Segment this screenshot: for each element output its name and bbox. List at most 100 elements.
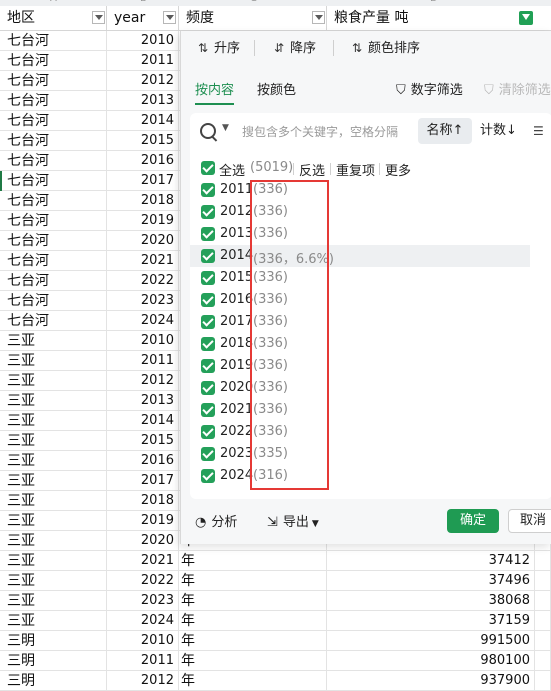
table-cell[interactable]: 2019 xyxy=(107,511,179,531)
table-cell[interactable]: 2016 xyxy=(107,451,179,471)
filter-dropdown-icon[interactable] xyxy=(312,11,325,24)
table-cell[interactable]: 2021 xyxy=(107,551,179,571)
table-cell[interactable]: 七台河 xyxy=(0,171,107,191)
col-letter-a[interactable]: A xyxy=(50,0,57,4)
col-letter-d[interactable]: D xyxy=(430,0,438,4)
table-cell[interactable]: 年 xyxy=(179,651,327,671)
table-cell[interactable]: 2021 xyxy=(107,251,179,271)
filter-value-item[interactable]: 2012 (336) xyxy=(190,201,530,223)
table-cell[interactable] xyxy=(535,611,551,631)
table-cell[interactable]: 37412 xyxy=(327,551,535,571)
table-cell[interactable] xyxy=(535,551,551,571)
table-cell[interactable]: 2017 xyxy=(107,171,179,191)
value-checkbox[interactable] xyxy=(201,271,215,285)
table-cell[interactable]: 三明 xyxy=(0,671,107,691)
table-cell[interactable]: 三亚 xyxy=(0,571,107,591)
filter-value-item[interactable]: 2011 (336) xyxy=(190,179,530,201)
table-cell[interactable]: 2012 xyxy=(107,371,179,391)
table-cell[interactable]: 2015 xyxy=(107,131,179,151)
table-cell[interactable]: 七台河 xyxy=(0,131,107,151)
table-cell[interactable]: 2024 xyxy=(107,311,179,331)
table-cell[interactable]: 2010 xyxy=(107,31,179,51)
table-cell[interactable]: 七台河 xyxy=(0,31,107,51)
header-cell-grain-output[interactable]: 粮食产量 吨 xyxy=(327,6,551,30)
sort-by-name-button[interactable]: 名称↑ xyxy=(418,118,472,144)
select-all-label[interactable]: 全选 xyxy=(219,160,245,179)
export-button[interactable]: ⇲ 导出 ▼ xyxy=(267,511,319,530)
cancel-button[interactable]: 取消 xyxy=(508,509,551,533)
chevron-down-icon[interactable]: ▼ xyxy=(222,123,229,133)
filter-dropdown-icon[interactable] xyxy=(163,11,176,24)
table-cell[interactable]: 2012 xyxy=(107,671,179,691)
filter-value-item[interactable]: 2024 (316) xyxy=(190,465,530,487)
table-cell[interactable]: 年 xyxy=(179,571,327,591)
table-cell[interactable]: 2020 xyxy=(107,531,179,551)
table-cell[interactable]: 三亚 xyxy=(0,591,107,611)
table-cell[interactable]: 三明 xyxy=(0,631,107,651)
filter-value-item[interactable]: 2017 (336) xyxy=(190,311,530,333)
table-cell[interactable]: 年 xyxy=(179,671,327,691)
table-cell[interactable]: 七台河 xyxy=(0,291,107,311)
table-cell[interactable]: 七台河 xyxy=(0,311,107,331)
table-cell[interactable]: 七台河 xyxy=(0,151,107,171)
table-cell[interactable]: 七台河 xyxy=(0,191,107,211)
table-cell[interactable]: 三亚 xyxy=(0,551,107,571)
table-cell[interactable]: 2015 xyxy=(107,431,179,451)
value-checkbox[interactable] xyxy=(201,315,215,329)
filter-value-item[interactable]: 2023 (335) xyxy=(190,443,530,465)
sort-by-color-button[interactable]: ⇅ 颜色排序 xyxy=(349,37,420,59)
select-all-checkbox[interactable] xyxy=(201,161,215,175)
table-cell[interactable]: 2016 xyxy=(107,151,179,171)
table-cell[interactable] xyxy=(535,671,551,691)
table-cell[interactable]: 年 xyxy=(179,551,327,571)
table-cell[interactable]: 三亚 xyxy=(0,451,107,471)
filter-value-item[interactable]: 2016 (336) xyxy=(190,289,530,311)
filter-value-item[interactable]: 2013 (336) xyxy=(190,223,530,245)
table-cell[interactable]: 980100 xyxy=(327,651,535,671)
table-cell[interactable] xyxy=(535,591,551,611)
table-cell[interactable]: 三亚 xyxy=(0,331,107,351)
table-cell[interactable] xyxy=(535,631,551,651)
value-checkbox[interactable] xyxy=(201,293,215,307)
search-input[interactable] xyxy=(240,121,414,143)
filter-value-item[interactable]: 2022 (336) xyxy=(190,421,530,443)
table-cell[interactable]: 七台河 xyxy=(0,71,107,91)
table-cell[interactable]: 2011 xyxy=(107,651,179,671)
table-cell[interactable] xyxy=(535,571,551,591)
table-cell[interactable]: 三亚 xyxy=(0,531,107,551)
value-checkbox[interactable] xyxy=(201,183,215,197)
table-cell[interactable]: 937900 xyxy=(327,671,535,691)
table-cell[interactable]: 三亚 xyxy=(0,491,107,511)
table-cell[interactable]: 2012 xyxy=(107,71,179,91)
table-cell[interactable]: 37159 xyxy=(327,611,535,631)
value-checkbox[interactable] xyxy=(201,469,215,483)
table-cell[interactable]: 2022 xyxy=(107,571,179,591)
table-cell[interactable]: 七台河 xyxy=(0,231,107,251)
sort-ascending-button[interactable]: ⇅ 升序 xyxy=(195,37,240,59)
sort-descending-button[interactable]: ⇵ 降序 xyxy=(271,37,316,59)
table-cell[interactable]: 2011 xyxy=(107,51,179,71)
analyze-button[interactable]: ◔ 分析 xyxy=(195,511,237,530)
header-cell-region[interactable]: 地区 xyxy=(0,6,107,30)
table-cell[interactable]: 七台河 xyxy=(0,211,107,231)
filter-value-item[interactable]: 2018 (336) xyxy=(190,333,530,355)
table-cell[interactable]: 2014 xyxy=(107,111,179,131)
number-filter-button[interactable]: ⛉ 数字筛选 xyxy=(396,79,463,98)
ok-button[interactable]: 确定 xyxy=(447,509,499,533)
table-cell[interactable]: 2010 xyxy=(107,331,179,351)
table-cell[interactable]: 年 xyxy=(179,631,327,651)
table-cell[interactable]: 2018 xyxy=(107,491,179,511)
clear-filter-button[interactable]: ⛉ 清除筛选 xyxy=(484,79,551,98)
table-cell[interactable]: 991500 xyxy=(327,631,535,651)
table-cell[interactable]: 2018 xyxy=(107,191,179,211)
table-cell[interactable]: 三亚 xyxy=(0,391,107,411)
value-checkbox[interactable] xyxy=(201,227,215,241)
table-cell[interactable]: 三明 xyxy=(0,651,107,671)
table-cell[interactable]: 三亚 xyxy=(0,431,107,451)
table-cell[interactable]: 2024 xyxy=(107,611,179,631)
value-checkbox[interactable] xyxy=(201,447,215,461)
table-cell[interactable]: 年 xyxy=(179,591,327,611)
table-cell[interactable] xyxy=(535,651,551,671)
table-cell[interactable]: 2014 xyxy=(107,411,179,431)
table-cell[interactable]: 2010 xyxy=(107,631,179,651)
